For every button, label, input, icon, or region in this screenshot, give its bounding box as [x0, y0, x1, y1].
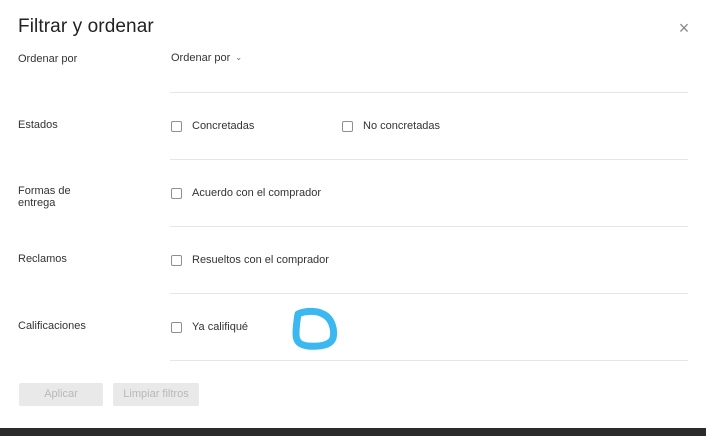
bottom-bar — [0, 428, 706, 436]
ratings-label: Calificaciones — [18, 320, 86, 332]
divider — [170, 226, 688, 227]
modal-title: Filtrar y ordenar — [18, 16, 154, 37]
sort-label: Ordenar por — [18, 53, 78, 65]
checkbox-concretadas[interactable]: Concretadas — [171, 120, 254, 132]
states-label: Estados — [18, 119, 58, 131]
delivery-label-line1: Formas de — [18, 185, 71, 197]
annotation-scribble — [292, 307, 338, 350]
checkbox-label: Resueltos con el comprador — [192, 254, 329, 266]
checkbox-box[interactable] — [171, 321, 182, 333]
sort-dropdown-value: Ordenar por — [171, 52, 231, 64]
checkbox-box[interactable] — [171, 120, 182, 132]
close-icon[interactable]: × — [674, 18, 694, 38]
checkbox-label: Acuerdo con el comprador — [192, 187, 322, 199]
filter-sort-modal: Filtrar y ordenar × Ordenar por Ordenar … — [0, 0, 706, 428]
checkbox-acuerdo-comprador[interactable]: Acuerdo con el comprador — [171, 187, 321, 199]
delivery-label-line2: entrega — [18, 197, 56, 209]
checkbox-box[interactable] — [171, 187, 182, 199]
checkbox-ya-califique[interactable]: Ya califiqué — [171, 321, 248, 333]
sort-dropdown[interactable]: Ordenar por ⌄ — [171, 52, 242, 64]
claims-label: Reclamos — [18, 253, 67, 265]
checkbox-no-concretadas[interactable]: No concretadas — [342, 120, 440, 132]
divider — [170, 360, 688, 361]
divider — [170, 293, 688, 294]
checkbox-box[interactable] — [171, 254, 182, 266]
chevron-down-icon: ⌄ — [235, 53, 243, 62]
delivery-label: Formas de entrega — [18, 185, 71, 209]
apply-button[interactable]: Aplicar — [19, 383, 103, 406]
checkbox-label: Concretadas — [192, 120, 255, 132]
divider — [170, 92, 688, 93]
divider — [170, 159, 688, 160]
checkbox-label: No concretadas — [363, 120, 441, 132]
clear-filters-button[interactable]: Limpiar filtros — [113, 383, 199, 406]
checkbox-resueltos-comprador[interactable]: Resueltos con el comprador — [171, 254, 329, 266]
checkbox-label: Ya califiqué — [192, 321, 249, 333]
checkbox-box[interactable] — [342, 120, 353, 132]
